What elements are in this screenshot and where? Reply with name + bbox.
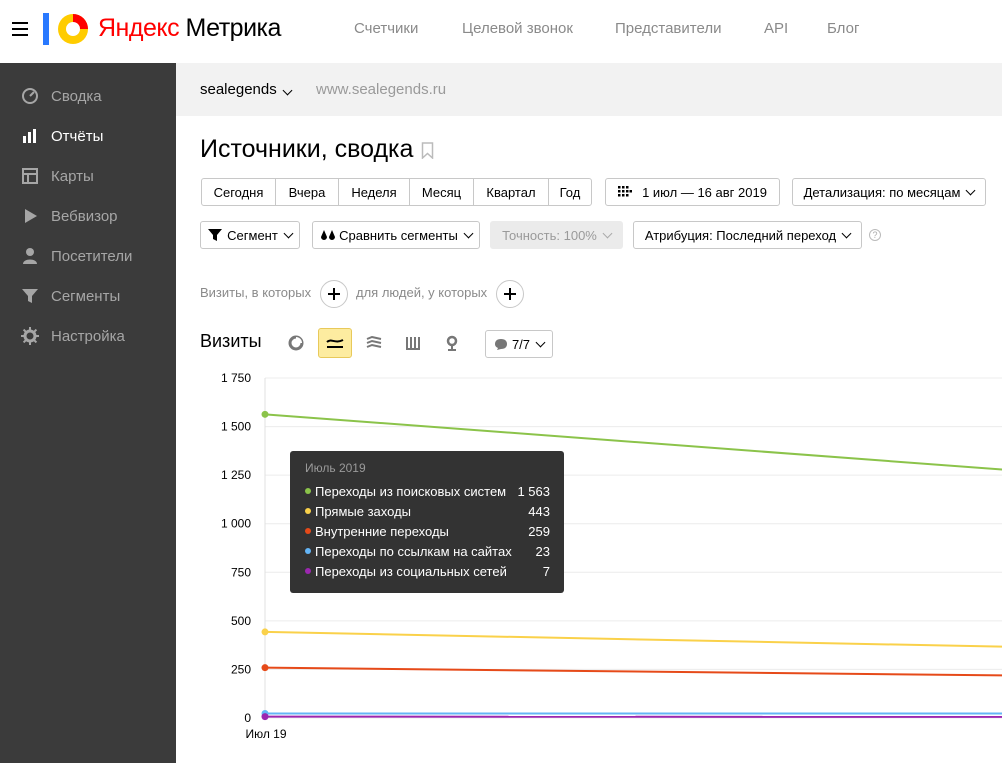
tooltip-series-value: 7 [542, 564, 550, 579]
tooltip-row: Переходы из социальных сетей 7 [305, 562, 550, 582]
data-point [261, 628, 269, 636]
y-tick-label: 1 250 [221, 468, 251, 482]
y-tick-label: 1 500 [221, 420, 251, 434]
series-dot [305, 528, 311, 534]
series-dot [305, 488, 311, 494]
chart-tooltip: Июль 2019 Переходы из поисковых систем 1 … [290, 451, 564, 593]
data-point [261, 713, 269, 721]
y-tick-label: 0 [244, 711, 251, 725]
tooltip-row: Переходы по ссылкам на сайтах 23 [305, 542, 550, 562]
tooltip-series-name: Переходы из социальных сетей [315, 564, 507, 579]
data-point [261, 410, 269, 418]
x-tick-label: Июл 19 [245, 727, 286, 741]
series-line [264, 630, 1002, 648]
y-tick-label: 1 750 [221, 371, 251, 385]
series-dot [305, 548, 311, 554]
tooltip-row: Прямые заходы 443 [305, 502, 550, 522]
line-chart: 0 250 500 750 1 000 1 250 1 500 1 750 Июл 19 [221, 371, 1002, 741]
y-tick-label: 250 [231, 662, 251, 676]
tooltip-series-name: Прямые заходы [315, 504, 412, 519]
y-tick-label: 750 [231, 565, 251, 579]
tooltip-series-name: Внутренние переходы [315, 524, 449, 539]
series-dot [305, 568, 311, 574]
tooltip-row: Внутренние переходы 259 [305, 522, 550, 542]
tooltip-series-value: 23 [535, 544, 550, 559]
tooltip-series-value: 259 [528, 524, 550, 539]
tooltip-series-name: Переходы по ссылкам на сайтах [315, 544, 512, 559]
tooltip-title: Июль 2019 [305, 461, 366, 475]
tooltip-series-value: 1 563 [517, 484, 550, 499]
tooltip-row: Переходы из поисковых систем 1 563 [305, 482, 550, 502]
y-tick-label: 1 000 [221, 517, 251, 531]
y-tick-label: 500 [231, 614, 251, 628]
tooltip-series-name: Переходы из поисковых систем [315, 484, 507, 499]
data-point [261, 664, 269, 672]
series-dot [305, 508, 311, 514]
tooltip-series-value: 443 [528, 504, 550, 519]
